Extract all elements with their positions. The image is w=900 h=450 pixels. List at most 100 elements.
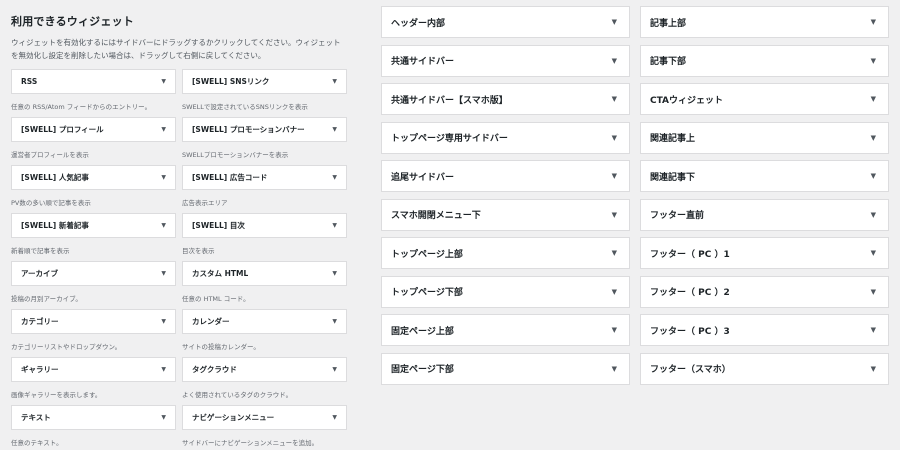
chevron-down-icon[interactable]: ▼ <box>332 222 337 229</box>
widget-handle[interactable]: [SWELL] 新着記事 ▼ <box>11 213 176 238</box>
chevron-down-icon[interactable]: ▼ <box>161 414 166 421</box>
chevron-down-icon[interactable]: ▼ <box>871 57 876 65</box>
chevron-down-icon[interactable]: ▼ <box>161 222 166 229</box>
chevron-down-icon[interactable]: ▼ <box>612 57 617 65</box>
widget-area[interactable]: 共通サイドバー ▼ <box>381 44 630 77</box>
widget-handle[interactable]: カレンダー ▼ <box>182 309 347 334</box>
widget-area-title: ヘッダー内部 <box>391 18 446 29</box>
widget-area[interactable]: トップページ下部 ▼ <box>381 275 630 308</box>
chevron-down-icon[interactable]: ▼ <box>161 270 166 277</box>
widget-area-title: 固定ページ下部 <box>391 365 454 375</box>
chevron-down-icon[interactable]: ▼ <box>161 318 166 325</box>
widget-area[interactable]: フッター（ PC ）3 ▼ <box>640 314 889 346</box>
widget-description: 目次を表示 <box>182 247 215 255</box>
widget-handle[interactable]: タグクラウド ▼ <box>182 357 347 382</box>
widget-area[interactable]: 関連記事上 ▼ <box>640 121 889 154</box>
widget-handle[interactable]: アーカイブ ▼ <box>11 261 176 286</box>
chevron-down-icon[interactable]: ▼ <box>612 288 617 296</box>
chevron-down-icon[interactable]: ▼ <box>612 134 617 142</box>
widget-handle[interactable]: ギャラリー ▼ <box>11 357 176 382</box>
chevron-down-icon[interactable]: ▼ <box>871 365 876 373</box>
widget-handle[interactable]: [SWELL] 広告コード ▼ <box>182 165 347 190</box>
widget-area-title: フッター（スマホ） <box>650 365 731 375</box>
widget-title: カスタム HTML <box>192 269 249 278</box>
widget-area-title: トップページ上部 <box>391 249 463 260</box>
chevron-down-icon[interactable]: ▼ <box>871 288 876 296</box>
widget-title: [SWELL] プロフィール <box>21 125 104 134</box>
chevron-down-icon[interactable]: ▼ <box>161 126 166 133</box>
widget-area[interactable]: 記事下部 ▼ <box>640 44 889 77</box>
widget-area[interactable]: CTAウィジェット ▼ <box>640 83 889 115</box>
widget-title: RSS <box>21 77 38 86</box>
chevron-down-icon[interactable]: ▼ <box>332 126 337 133</box>
widget-area-title: 記事下部 <box>650 57 687 67</box>
chevron-down-icon[interactable]: ▼ <box>332 174 337 181</box>
widget-description: 運営者プロフィールを表示 <box>11 151 89 159</box>
widget-description: 広告表示エリア <box>182 199 228 207</box>
chevron-down-icon[interactable]: ▼ <box>332 270 337 277</box>
widget-area[interactable]: フッター（ PC ）1 ▼ <box>640 237 889 269</box>
chevron-down-icon[interactable]: ▼ <box>871 172 876 180</box>
widget-handle[interactable]: カテゴリー ▼ <box>11 309 176 334</box>
chevron-down-icon[interactable]: ▼ <box>332 78 337 85</box>
widget-area-title: フッター直前 <box>650 211 705 221</box>
chevron-down-icon[interactable]: ▼ <box>871 249 876 257</box>
chevron-down-icon[interactable]: ▼ <box>332 366 337 373</box>
chevron-down-icon[interactable]: ▼ <box>161 78 166 85</box>
chevron-down-icon[interactable]: ▼ <box>612 211 617 219</box>
chevron-down-icon[interactable]: ▼ <box>871 18 876 26</box>
widget-handle[interactable]: [SWELL] 目次 ▼ <box>182 213 347 238</box>
widget-title: タグクラウド <box>192 365 237 374</box>
chevron-down-icon[interactable]: ▼ <box>871 134 876 142</box>
widget-areas-right-column: 記事上部 ▼ 記事下部 ▼ CTAウィジェット ▼ 関連記事上 ▼ 関連記事下 ▼ フッター直前 ▼ フ… <box>640 6 889 391</box>
chevron-down-icon[interactable]: ▼ <box>871 95 876 103</box>
widget-handle[interactable]: [SWELL] 人気記事 ▼ <box>11 165 176 190</box>
widget-handle[interactable]: [SWELL] プロフィール ▼ <box>11 117 176 142</box>
chevron-down-icon[interactable]: ▼ <box>612 18 617 26</box>
widget-area[interactable]: 固定ページ下部 ▼ <box>381 352 630 385</box>
widget-area-title: フッター（ PC ）2 <box>650 288 730 298</box>
chevron-down-icon[interactable]: ▼ <box>332 318 337 325</box>
widget-title: ナビゲーションメニュー <box>192 413 275 422</box>
widget-handle[interactable]: RSS ▼ <box>11 69 176 94</box>
chevron-down-icon[interactable]: ▼ <box>332 414 337 421</box>
widget-area[interactable]: 記事上部 ▼ <box>640 6 889 38</box>
widget-area-title: 共通サイドバー【スマホ版】 <box>391 95 508 106</box>
widget-area[interactable]: トップページ上部 ▼ <box>381 237 630 269</box>
widget-area[interactable]: 固定ページ上部 ▼ <box>381 314 630 346</box>
widget-description: 任意の RSS/Atom フィードからのエントリー。 <box>11 103 152 111</box>
widget-area[interactable]: 共通サイドバー【スマホ版】 ▼ <box>381 83 630 115</box>
widget-area[interactable]: 追尾サイドバー ▼ <box>381 160 630 192</box>
chevron-down-icon[interactable]: ▼ <box>871 326 876 334</box>
widget-area[interactable]: フッター（スマホ） ▼ <box>640 352 889 385</box>
chevron-down-icon[interactable]: ▼ <box>612 326 617 334</box>
chevron-down-icon[interactable]: ▼ <box>161 174 166 181</box>
widget-description: 新着順で記事を表示 <box>11 247 70 255</box>
widget-area[interactable]: 関連記事下 ▼ <box>640 160 889 192</box>
available-widget: [SWELL] 人気記事 ▼ PV数の多い順で記事を表示 <box>11 165 176 213</box>
available-widgets-description: ウィジェットを有効化するにはサイドバーにドラッグするかクリックしてください。ウィ… <box>11 38 341 60</box>
widget-area-title: 共通サイドバー <box>391 57 455 67</box>
widget-handle[interactable]: カスタム HTML ▼ <box>182 261 347 286</box>
widget-title: [SWELL] SNSリンク <box>192 77 270 86</box>
widget-title: カテゴリー <box>21 317 59 326</box>
widget-area[interactable]: トップページ専用サイドバー ▼ <box>381 121 630 154</box>
chevron-down-icon[interactable]: ▼ <box>612 249 617 257</box>
chevron-down-icon[interactable]: ▼ <box>612 172 617 180</box>
available-widget: ナビゲーションメニュー ▼ サイドバーにナビゲーションメニューを追加。 <box>182 405 347 450</box>
widget-handle[interactable]: ナビゲーションメニュー ▼ <box>182 405 347 430</box>
widget-area[interactable]: フッター（ PC ）2 ▼ <box>640 275 889 308</box>
chevron-down-icon[interactable]: ▼ <box>612 365 617 373</box>
chevron-down-icon[interactable]: ▼ <box>161 366 166 373</box>
chevron-down-icon[interactable]: ▼ <box>871 211 876 219</box>
widget-handle[interactable]: [SWELL] SNSリンク ▼ <box>182 69 347 94</box>
widget-area[interactable]: スマホ開閉メニュー下 ▼ <box>381 198 630 231</box>
widget-handle[interactable]: テキスト ▼ <box>11 405 176 430</box>
widget-handle[interactable]: [SWELL] プロモーションバナー ▼ <box>182 117 347 142</box>
chevron-down-icon[interactable]: ▼ <box>612 95 617 103</box>
widget-area[interactable]: フッター直前 ▼ <box>640 198 889 231</box>
available-widget: アーカイブ ▼ 投稿の月別アーカイブ。 <box>11 261 176 309</box>
widget-title: ギャラリー <box>21 365 59 374</box>
widget-area[interactable]: ヘッダー内部 ▼ <box>381 6 630 38</box>
widget-description: 画像ギャラリーを表示します。 <box>11 391 102 399</box>
